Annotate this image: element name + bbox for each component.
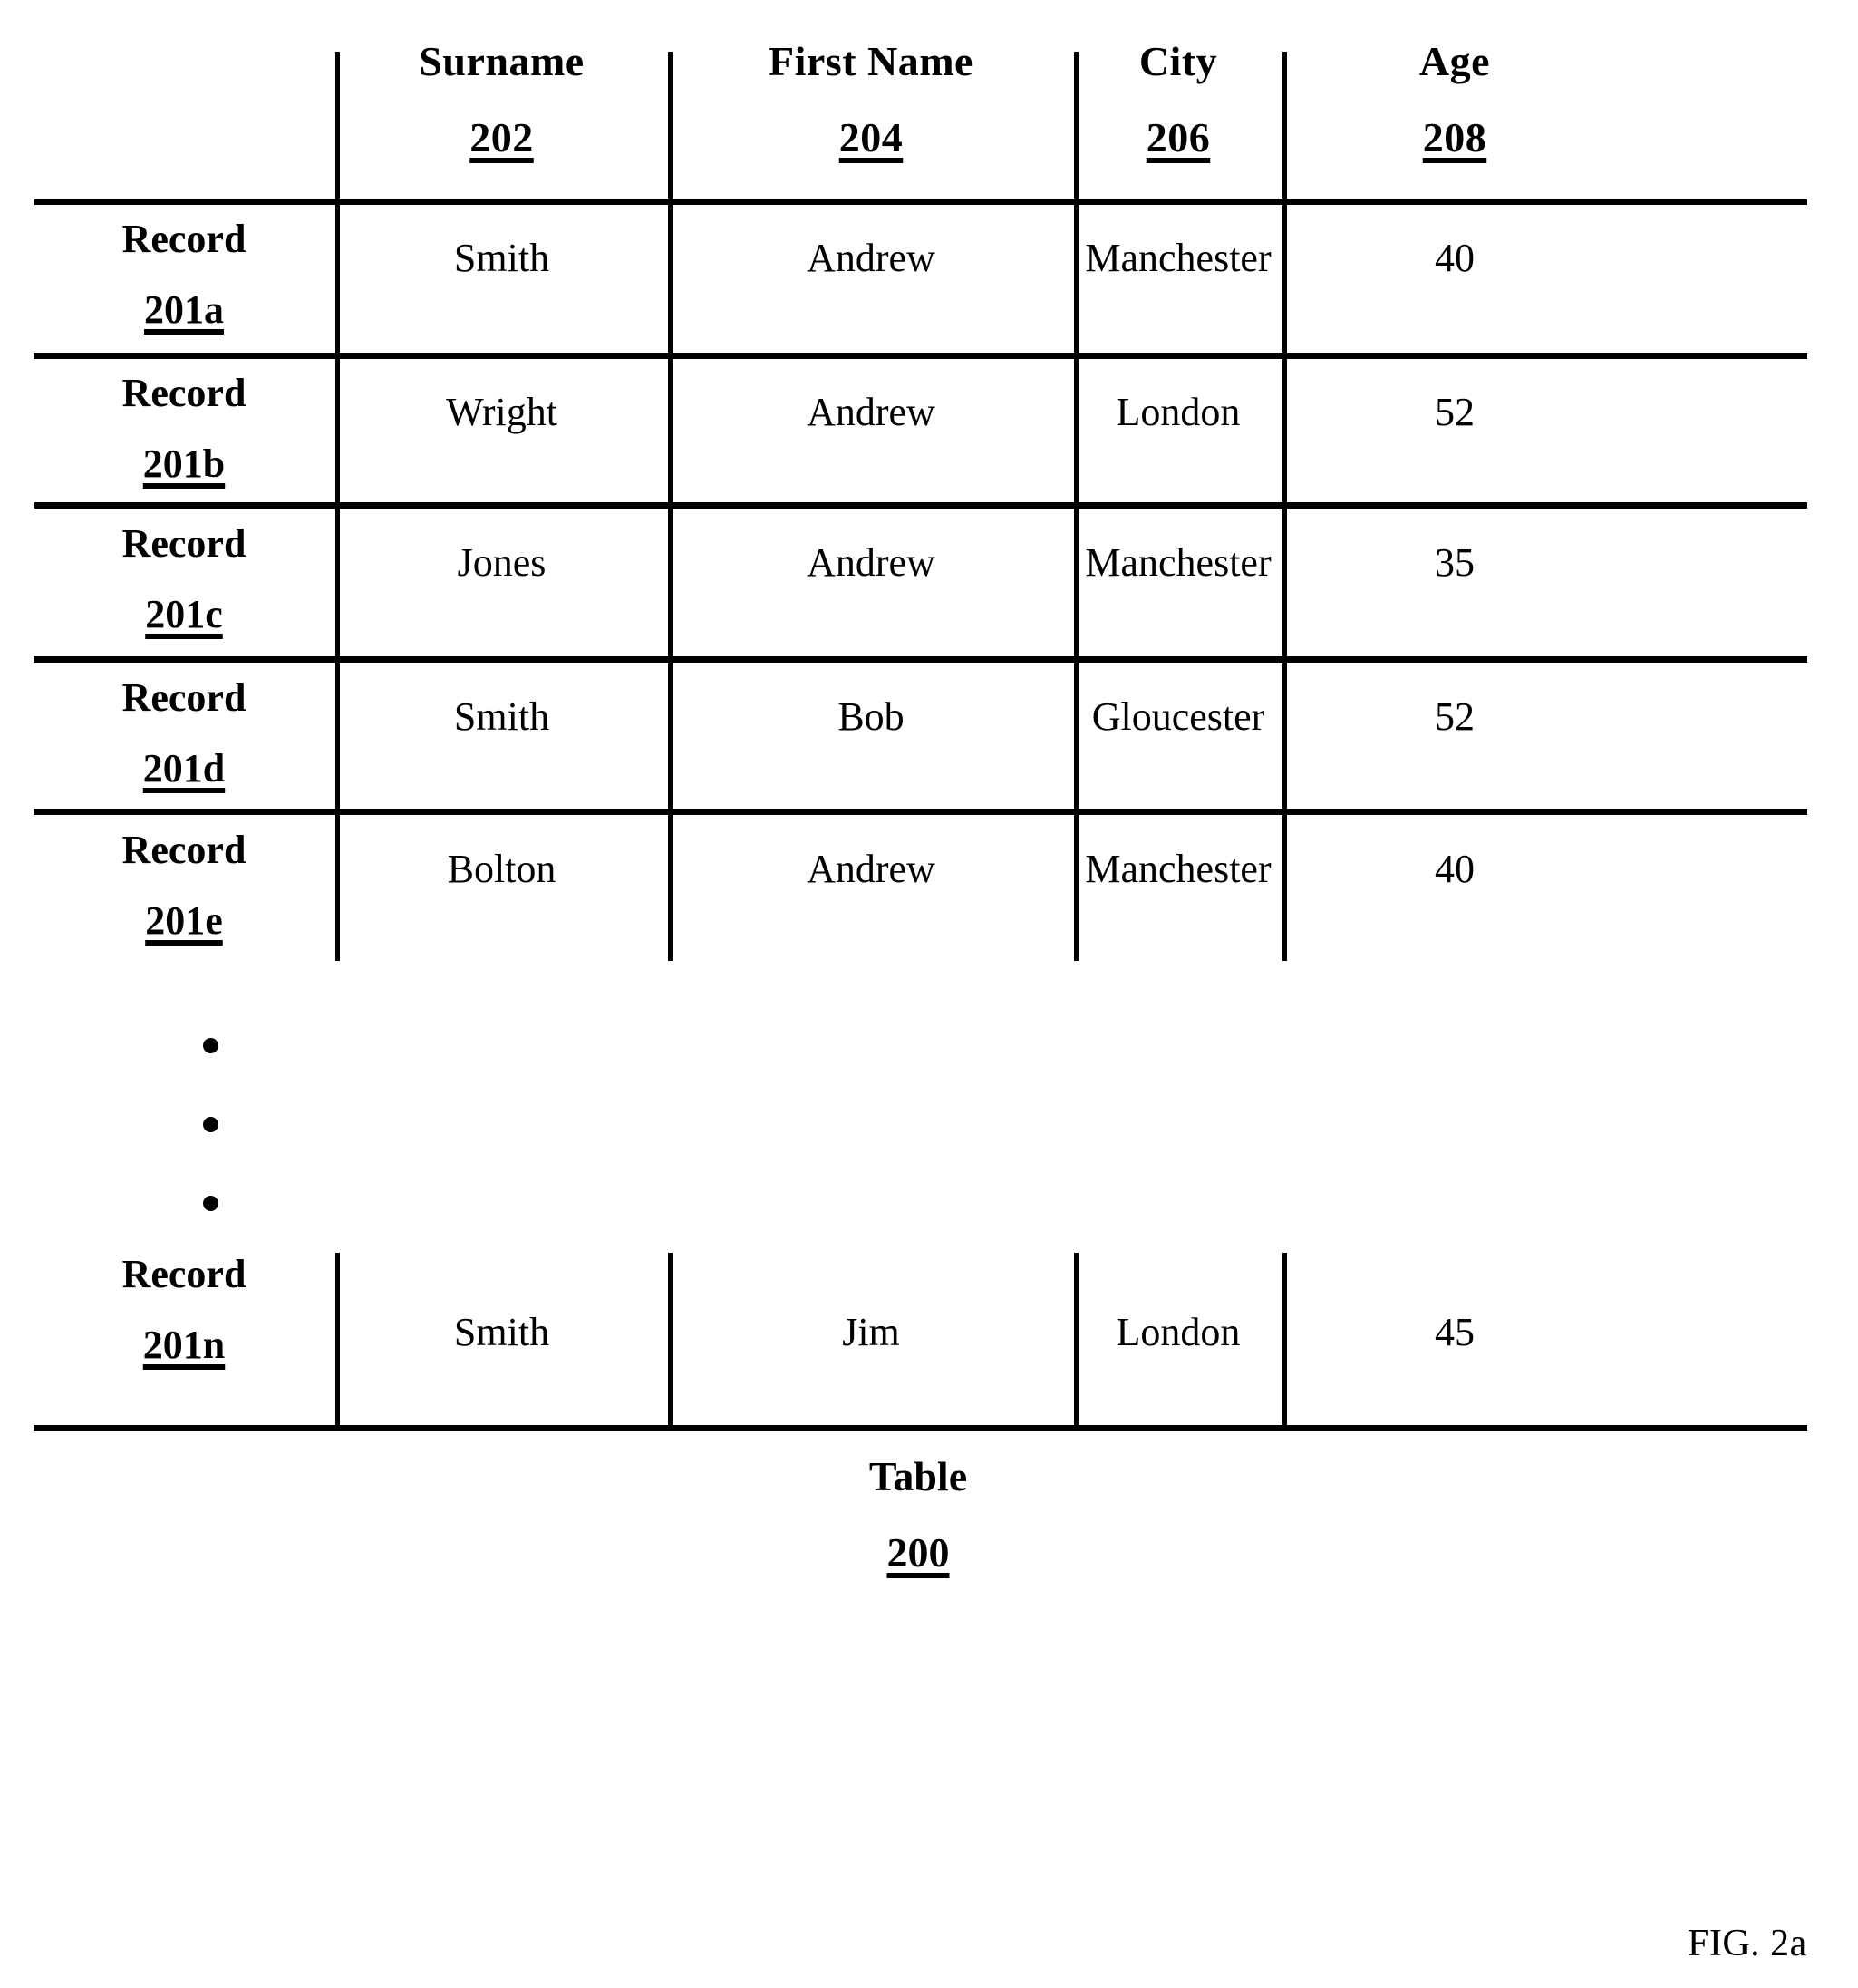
figure-label: FIG. 2a [1688,1923,1807,1964]
cell-201n-first-name: Jim [842,1310,900,1354]
column-header-first-name-number: 204 [838,114,904,160]
cell-201b-surname: Wright [446,390,557,434]
cell-201e-surname: Bolton [447,847,556,891]
cell-201n-city: London [1116,1310,1241,1354]
ellipsis-dot-3 [203,1196,218,1211]
patent-figure-page: Surname 202 First Name 204 City 206 Age … [0,0,1858,1988]
column-header-age: Age 208 [1282,41,1627,159]
column-header-city: City 206 [1074,41,1282,159]
column-header-surname-title: Surname [419,38,585,84]
cell-201a-surname: Smith [453,236,550,280]
row-label-201c: Record 201c [34,524,334,635]
row-label-201n-word: Record [121,1252,247,1296]
cell-201e-first-name: Andrew [807,847,935,891]
row-rule-table-bottom [34,1425,1807,1431]
cell-201c-city: Manchester [1085,540,1272,585]
row-label-201d-word: Record [121,675,247,720]
cell-201n-age: 45 [1435,1310,1475,1354]
column-header-age-number: 208 [1422,114,1487,160]
row-label-201e-word: Record [121,828,247,872]
column-header-surname-number: 202 [469,114,534,160]
row-label-201b: Record 201b [34,373,334,484]
cell-201b-first-name: Andrew [807,390,935,434]
cell-201a-age: 40 [1435,236,1475,280]
cell-201d-first-name: Bob [837,694,905,739]
cell-201c-surname: Jones [457,540,547,585]
row-label-201d: Record 201d [34,678,334,789]
row-label-201a-number: 201a [144,287,224,332]
row-rule-201a-bottom [34,353,1807,359]
row-rule-201d-bottom [34,809,1807,815]
cell-201a-first-name: Andrew [807,236,935,280]
row-rule-header-bottom [34,199,1807,205]
ellipsis-dot-2 [203,1117,218,1132]
column-header-city-title: City [1138,38,1218,84]
cell-201a-city: Manchester [1085,236,1272,280]
row-label-201e: Record 201e [34,830,334,941]
row-label-201a: Record 201a [34,219,334,330]
cell-201b-age: 52 [1435,390,1475,434]
cell-201e-city: Manchester [1085,847,1272,891]
cell-201d-city: Gloucester [1091,694,1265,739]
column-header-age-title: Age [1418,38,1491,84]
row-rule-201b-bottom [34,502,1807,509]
ellipsis-dot-1 [203,1038,218,1053]
column-header-city-number: 206 [1146,114,1211,160]
row-label-201n-number: 201n [142,1323,226,1367]
column-header-surname: Surname 202 [335,41,668,159]
row-label-201c-number: 201c [145,592,223,636]
row-label-201c-word: Record [121,521,247,566]
cell-201b-city: London [1116,390,1241,434]
row-label-201d-number: 201d [142,746,226,790]
table-caption-word: Table [868,1453,968,1499]
row-label-201a-word: Record [121,217,247,261]
cell-201d-age: 52 [1435,694,1475,739]
row-label-201n: Record 201n [34,1255,334,1365]
row-label-201b-word: Record [121,371,247,415]
row-label-201e-number: 201e [145,898,223,943]
row-rule-201c-bottom [34,656,1807,663]
cell-201c-first-name: Andrew [807,540,935,585]
table-caption: Table 200 [782,1456,1054,1574]
column-header-first-name: First Name 204 [668,41,1074,159]
cell-201e-age: 40 [1435,847,1475,891]
column-header-first-name-title: First Name [769,38,973,84]
table-caption-number: 200 [886,1529,950,1576]
cell-201n-surname: Smith [453,1310,550,1354]
cell-201c-age: 35 [1435,540,1475,585]
cell-201d-surname: Smith [453,694,550,739]
row-label-201b-number: 201b [142,441,226,486]
